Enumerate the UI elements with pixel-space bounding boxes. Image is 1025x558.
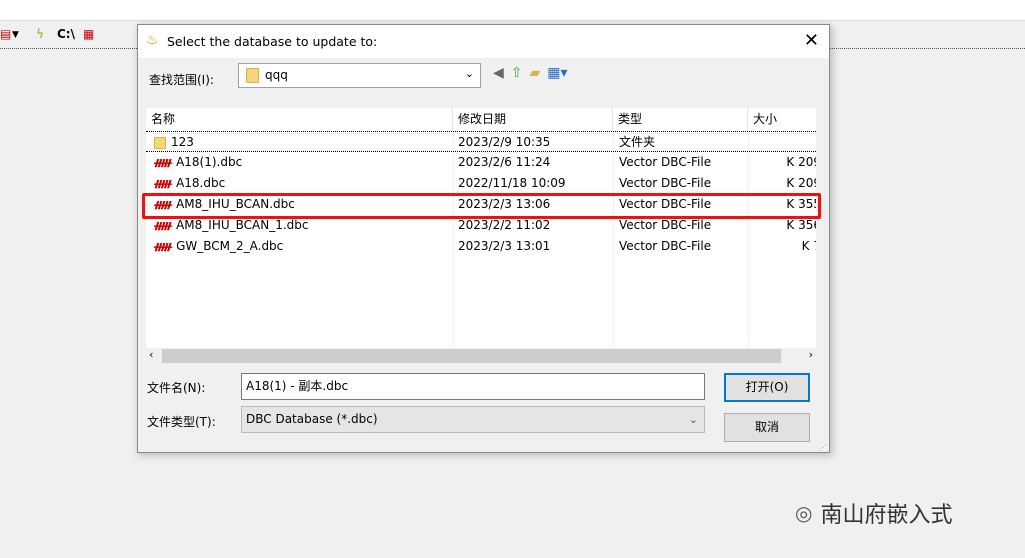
horizontal-scrollbar[interactable]: ‹ ›: [146, 348, 816, 364]
filetype-select[interactable]: DBC Database (*.dbc) ⌄: [241, 406, 705, 433]
up-folder-icon[interactable]: ⇧: [511, 65, 523, 81]
open-file-dialog: ♨ Select the database to update to: ✕ 查找…: [137, 24, 830, 453]
wechat-icon: ◎: [795, 501, 813, 525]
file-name: A18(1).dbc: [176, 155, 243, 169]
column-header-size[interactable]: 大小: [748, 108, 816, 131]
look-in-value: qqq: [265, 68, 288, 82]
watermark-text: 南山府嵌入式: [820, 503, 953, 528]
watermark: ◎ 南山府嵌入式: [795, 497, 952, 529]
cancel-button[interactable]: 取消: [724, 413, 810, 442]
look-in-label: 查找范围(I):: [149, 73, 214, 87]
file-type: Vector DBC-File: [619, 155, 712, 169]
chevron-down-icon: ⌄: [688, 413, 698, 426]
file-date: 2023/2/9 10:35: [458, 135, 551, 149]
open-button[interactable]: 打开(O): [724, 373, 810, 402]
resize-grip-icon[interactable]: ⋰: [819, 443, 827, 452]
file-date: 2023/2/3 13:01: [458, 239, 551, 253]
file-size: 209 K: [786, 155, 816, 169]
folder-icon: [154, 136, 166, 149]
file-name: AM8_IHU_BCAN_1.dbc: [176, 218, 309, 232]
dbc-file-icon: ᚏ: [154, 242, 173, 253]
dbc-file-icon: ᚏ: [154, 221, 173, 232]
filetype-value: DBC Database (*.dbc): [246, 412, 378, 426]
scrollbar-thumb[interactable]: [162, 349, 781, 363]
dropdown-icon[interactable]: ▼: [12, 30, 19, 40]
lightning-icon[interactable]: ϟ: [36, 27, 44, 41]
file-name: 123: [171, 135, 194, 149]
file-size: 7 K: [801, 239, 816, 253]
file-list: 名称 ^ 修改日期 类型 大小 123 2023/2/9 10:35 文件夹 ᚏ…: [146, 108, 816, 364]
dbc-file-icon: ᚏ: [154, 158, 173, 169]
top-bar: [0, 0, 1025, 21]
file-row[interactable]: ᚏ A18.dbc 2022/11/18 10:09 Vector DBC-Fil…: [146, 173, 816, 194]
file-row[interactable]: 123 2023/2/9 10:35 文件夹: [146, 131, 816, 152]
dbc-file-icon: ᚏ: [154, 179, 173, 190]
file-name: A18.dbc: [176, 176, 226, 190]
file-size: 209 K: [786, 176, 816, 190]
dialog-titlebar: ♨ Select the database to update to: ✕: [138, 25, 829, 58]
view-menu-icon[interactable]: ▦▾: [547, 65, 567, 81]
file-type: Vector DBC-File: [619, 176, 712, 190]
folder-icon: [246, 68, 259, 83]
scroll-left-icon[interactable]: ‹: [149, 348, 153, 361]
toolbar-icon[interactable]: ▤: [0, 27, 11, 41]
selection-highlight-box: [142, 193, 821, 219]
file-row[interactable]: ᚏ GW_BCM_2_A.dbc 2023/2/3 13:01 Vector DB…: [146, 236, 816, 257]
file-type: 文件夹: [619, 135, 656, 149]
column-header-date[interactable]: 修改日期: [453, 108, 613, 131]
column-header-type[interactable]: 类型: [613, 108, 748, 131]
look-in-select[interactable]: qqq ⌄: [238, 63, 481, 88]
filetype-label: 文件类型(T):: [147, 415, 216, 429]
file-date: 2023/2/6 11:24: [458, 155, 551, 169]
file-type: Vector DBC-File: [619, 239, 712, 253]
filename-label: 文件名(N):: [147, 381, 206, 395]
c-drive-icon[interactable]: C:\: [57, 27, 75, 41]
lamp-icon: ♨: [146, 32, 159, 48]
close-icon[interactable]: ✕: [804, 30, 819, 51]
new-folder-icon[interactable]: ▰: [530, 65, 541, 81]
chevron-down-icon: ⌄: [464, 67, 474, 80]
sort-up-icon: ^: [294, 108, 302, 114]
dialog-title: Select the database to update to:: [167, 34, 378, 49]
file-date: 2022/11/18 10:09: [458, 176, 566, 190]
file-row[interactable]: ᚏ A18(1).dbc 2023/2/6 11:24 Vector DBC-Fi…: [146, 152, 816, 173]
scroll-right-icon[interactable]: ›: [809, 348, 813, 361]
filename-input[interactable]: A18(1) - 副本.dbc: [241, 373, 705, 400]
back-icon[interactable]: ◀: [493, 65, 504, 81]
file-name: GW_BCM_2_A.dbc: [176, 239, 284, 253]
network-icon[interactable]: ▦: [83, 27, 94, 41]
